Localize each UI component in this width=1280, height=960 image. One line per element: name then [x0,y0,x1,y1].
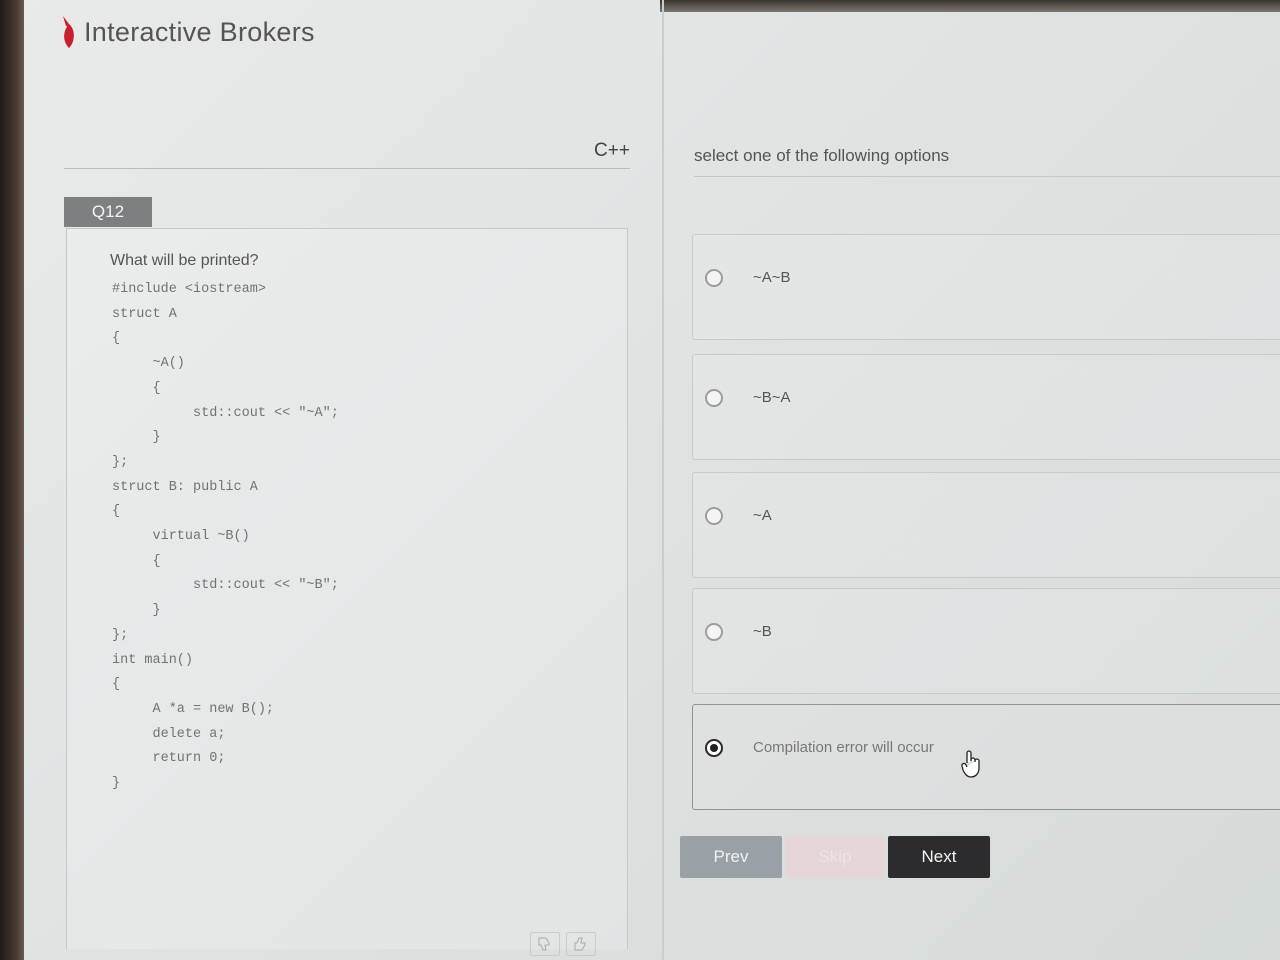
brand-logo: Interactive Brokers [60,14,315,50]
prev-button[interactable]: Prev [680,836,782,878]
radio-button[interactable] [705,269,723,287]
language-label: C++ [594,140,630,161]
code-line: return 0; [112,751,226,767]
thumbs-up-icon[interactable] [566,932,596,956]
thumbs-down-icon[interactable] [530,932,560,956]
code-line: struct A [112,306,177,322]
code-line: delete a; [112,726,226,742]
brand-flame-icon [63,16,74,48]
next-button[interactable]: Next [888,836,990,878]
code-line: } [112,776,121,792]
answer-option-2[interactable]: ~B~A [692,354,1280,460]
code-line: } [112,430,161,446]
code-block: #include <iostream> struct A { ~A() { std:… [112,278,339,797]
header-rule-right [694,176,1280,177]
code-line: { [112,553,161,569]
answer-option-label: Compilation error will occur [753,739,934,756]
header-rule-left [64,168,630,169]
code-line: std::cout << "~B"; [112,578,339,594]
answer-option-label: ~A [753,507,772,524]
code-line: std::cout << "~A"; [112,405,339,421]
answer-option-label: ~B [753,623,772,640]
brand-name: Interactive Brokers [84,16,315,47]
hand-pointer-icon [961,750,980,778]
answer-option-1[interactable]: ~A~B [692,234,1280,340]
skip-button[interactable]: Skip [786,836,884,878]
answer-option-label: ~B~A [753,389,791,406]
code-line: { [112,504,121,520]
instruction-text: select one of the following options [694,146,950,165]
radio-button[interactable] [705,623,723,641]
window-top-edge [660,0,1280,12]
question-prompt: What will be printed? [110,252,259,269]
screen-bezel [0,0,24,960]
radio-button[interactable] [705,507,723,525]
column-divider [662,0,664,960]
answer-option-4[interactable]: ~B [692,588,1280,694]
code-line: { [112,677,121,693]
radio-button-selected[interactable] [705,739,723,757]
code-line: #include <iostream> [112,282,266,297]
code-line: A *a = new B(); [112,701,275,717]
code-line: { [112,331,121,347]
code-line: struct B: public A [112,479,258,495]
code-line: virtual ~B() [112,529,250,545]
answer-option-label: ~A~B [753,269,791,286]
code-line: }; [112,627,129,643]
code-line: int main() [112,652,194,668]
question-number-tab: Q12 [64,197,152,227]
feedback-bar [530,932,596,956]
code-line: } [112,603,161,619]
code-line: }; [112,454,129,470]
code-line: { [112,380,161,396]
radio-button[interactable] [705,389,723,407]
answer-option-3[interactable]: ~A [692,472,1280,578]
code-line: ~A() [112,356,185,372]
answer-option-5[interactable]: Compilation error will occur [692,704,1280,810]
